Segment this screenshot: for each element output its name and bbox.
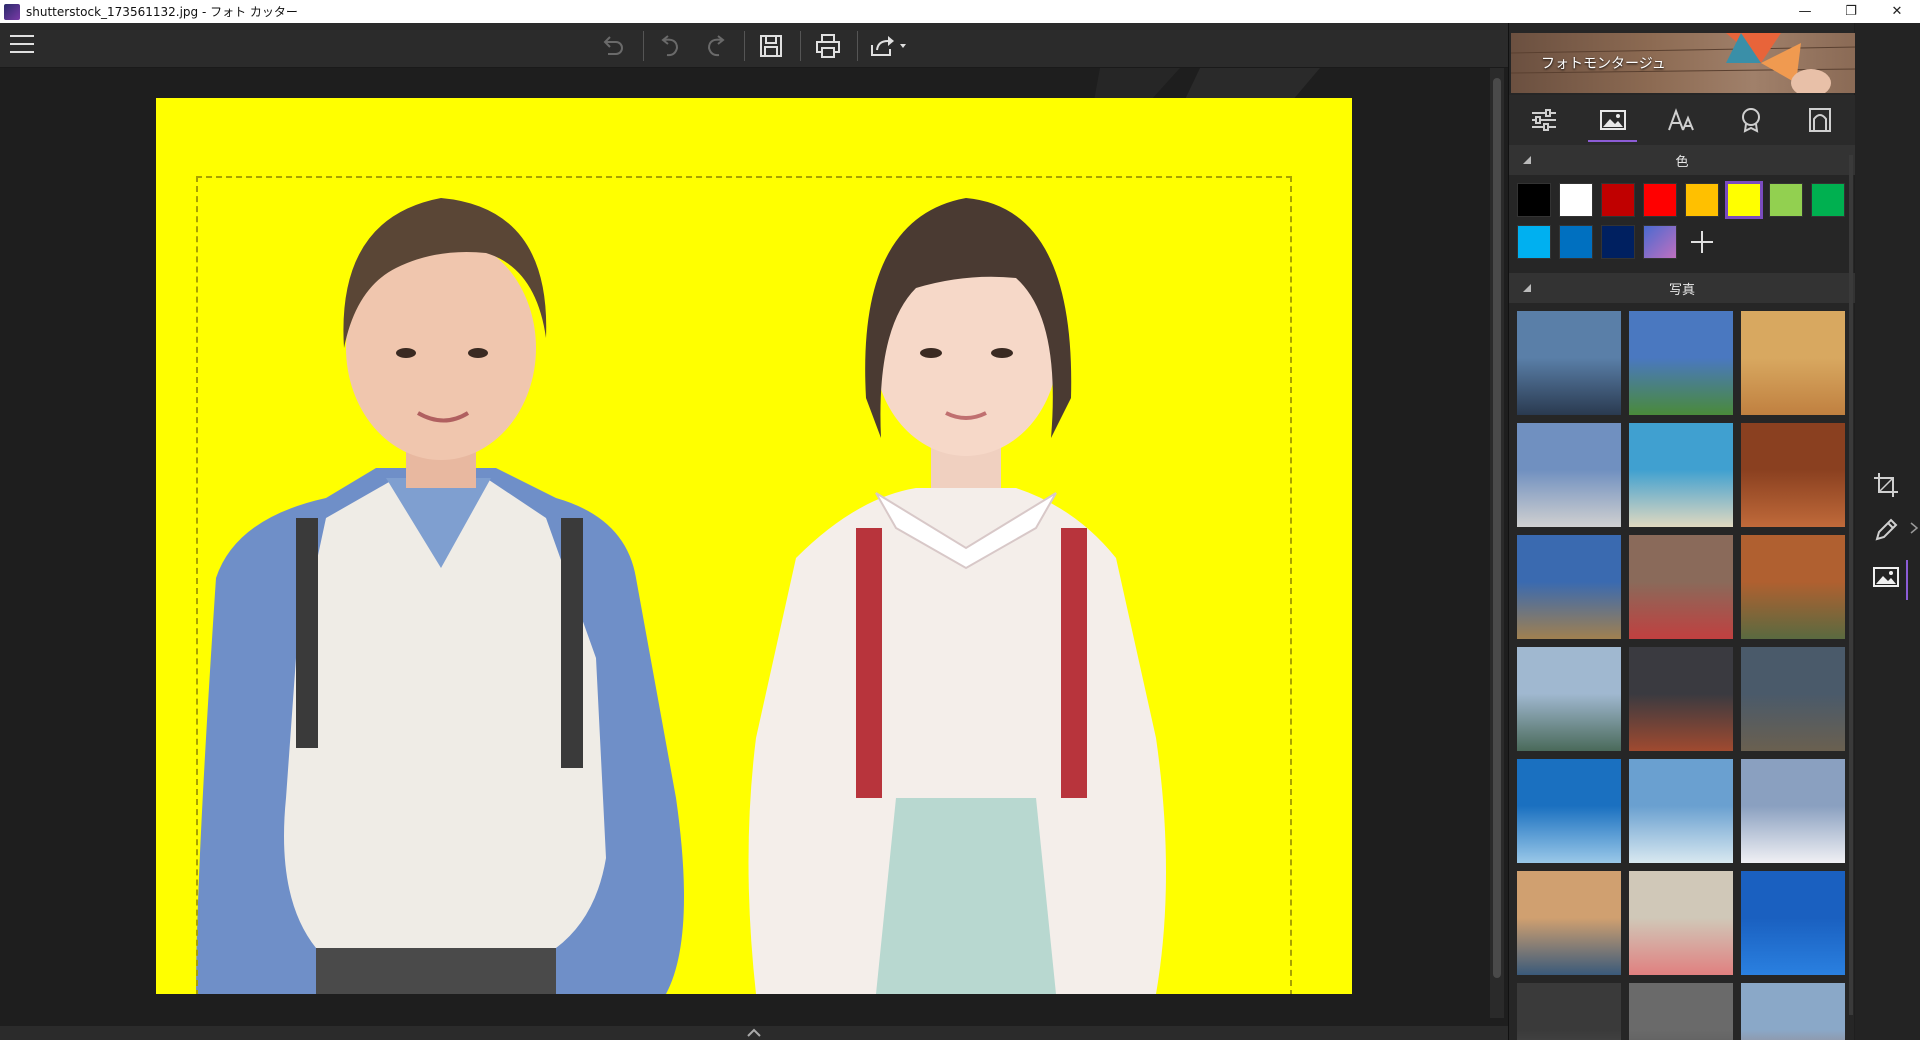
photo-thumbnail-dark-1[interactable] bbox=[1517, 983, 1621, 1040]
redo-step-icon[interactable] bbox=[700, 31, 732, 61]
photo-thumbnail-building[interactable] bbox=[1741, 983, 1845, 1040]
photo-thumbnail-waterfall[interactable] bbox=[1741, 423, 1845, 527]
color-swatch[interactable] bbox=[1685, 183, 1719, 217]
banner-label: フォトモンタージュ bbox=[1541, 56, 1666, 72]
canvas-scrollbar[interactable] bbox=[1490, 68, 1504, 1018]
photo-thumbnail-beach[interactable] bbox=[1629, 423, 1733, 527]
photo-canvas[interactable] bbox=[156, 98, 1352, 994]
color-swatch[interactable] bbox=[1601, 225, 1635, 259]
photo-thumbnail-lightning-rock[interactable] bbox=[1629, 647, 1733, 751]
chevron-up-icon[interactable] bbox=[746, 1028, 762, 1038]
chevron-right-icon[interactable] bbox=[1909, 521, 1919, 535]
toolbar bbox=[0, 23, 1508, 68]
tab-image[interactable] bbox=[1578, 95, 1647, 145]
selection-frame[interactable] bbox=[196, 176, 1292, 994]
badge-icon bbox=[1741, 108, 1760, 133]
photo-thumbnail-eiffel-tower[interactable] bbox=[1629, 311, 1733, 415]
photo-thumbnail-desert-road[interactable] bbox=[1517, 535, 1621, 639]
tab-badge[interactable] bbox=[1716, 95, 1785, 145]
canvas-area[interactable] bbox=[0, 68, 1508, 1026]
image-icon[interactable] bbox=[1871, 562, 1901, 592]
restore-button[interactable]: ❐ bbox=[1828, 0, 1874, 23]
crop-icon[interactable] bbox=[1871, 470, 1901, 500]
window-title: shutterstock_173561132.jpg - フォト カッター bbox=[26, 5, 298, 19]
collapse-icon bbox=[1523, 156, 1531, 164]
photo-thumbnail-bridge[interactable] bbox=[1517, 311, 1621, 415]
photo-thumbnail-canyon[interactable] bbox=[1741, 535, 1845, 639]
photo-thumbnail-snow-mountain[interactable] bbox=[1741, 759, 1845, 863]
window-controls: — ❐ ✕ bbox=[1782, 0, 1920, 23]
photo-thumbnail-wedding-flowers[interactable] bbox=[1629, 871, 1733, 975]
image-icon bbox=[1599, 110, 1626, 130]
title-bar: shutterstock_173561132.jpg - フォト カッター — … bbox=[0, 0, 1920, 23]
photo-thumbnail-glacier[interactable] bbox=[1629, 759, 1733, 863]
panel-tabs bbox=[1509, 95, 1855, 145]
photo-thumbnail-coast-village[interactable] bbox=[1517, 647, 1621, 751]
photo-thumbnail-i-love-you-sky[interactable] bbox=[1741, 871, 1845, 975]
photo-thumbnail-mountain-valley[interactable] bbox=[1741, 647, 1845, 751]
close-button[interactable]: ✕ bbox=[1874, 0, 1920, 23]
frame-icon bbox=[1808, 108, 1831, 132]
photo-grid bbox=[1517, 311, 1851, 1040]
pen-icon[interactable] bbox=[1871, 515, 1901, 545]
color-swatch[interactable] bbox=[1725, 181, 1763, 219]
photomontage-banner[interactable]: フォトモンタージュ bbox=[1511, 33, 1857, 93]
app-icon bbox=[4, 3, 20, 20]
photo-thumbnail-pyramids[interactable] bbox=[1741, 311, 1845, 415]
photo-section-label: 写真 bbox=[1668, 282, 1695, 298]
photo-thumbnail-blue-sky[interactable] bbox=[1517, 759, 1621, 863]
color-swatch[interactable] bbox=[1559, 183, 1593, 217]
color-swatch[interactable] bbox=[1559, 225, 1593, 259]
collapse-icon bbox=[1523, 284, 1531, 292]
active-tool-indicator bbox=[1906, 560, 1908, 600]
side-panel: フォトモンタージュ 色 写真 bbox=[1508, 23, 1857, 1040]
tab-adjust[interactable] bbox=[1509, 95, 1578, 145]
photo-thumbnail-venice[interactable] bbox=[1517, 871, 1621, 975]
color-swatch[interactable] bbox=[1811, 183, 1845, 217]
photo-thumbnail-dark-2[interactable] bbox=[1629, 983, 1733, 1040]
tool-strip bbox=[1855, 23, 1920, 1040]
photo-thumbnail-mount-rushmore[interactable] bbox=[1517, 423, 1621, 527]
menu-icon[interactable] bbox=[10, 35, 34, 55]
color-swatch[interactable] bbox=[1643, 183, 1677, 217]
adjust-icon bbox=[1531, 109, 1556, 131]
panel-scrollbar[interactable] bbox=[1849, 155, 1853, 1015]
undo-step-icon[interactable] bbox=[654, 31, 686, 61]
print-icon[interactable] bbox=[812, 31, 844, 61]
color-swatch[interactable] bbox=[1769, 183, 1803, 217]
photo-section-header[interactable]: 写真 bbox=[1509, 273, 1855, 303]
minimize-button[interactable]: — bbox=[1782, 0, 1828, 23]
text-icon bbox=[1667, 108, 1694, 131]
undo-icon[interactable] bbox=[597, 31, 629, 61]
color-section-label: 色 bbox=[1675, 154, 1689, 170]
color-swatch[interactable] bbox=[1517, 183, 1551, 217]
color-swatch[interactable] bbox=[1643, 225, 1677, 259]
tab-frame[interactable] bbox=[1785, 95, 1854, 145]
color-swatch[interactable] bbox=[1601, 183, 1635, 217]
photo-thumbnail-bicycle[interactable] bbox=[1629, 535, 1733, 639]
share-icon[interactable] bbox=[866, 31, 910, 61]
tab-text[interactable] bbox=[1647, 95, 1716, 145]
color-swatch[interactable] bbox=[1517, 225, 1551, 259]
color-section-header[interactable]: 色 bbox=[1509, 145, 1855, 175]
add-color-icon[interactable] bbox=[1685, 225, 1719, 259]
bottom-bar bbox=[0, 1026, 1508, 1040]
save-icon[interactable] bbox=[755, 31, 787, 61]
